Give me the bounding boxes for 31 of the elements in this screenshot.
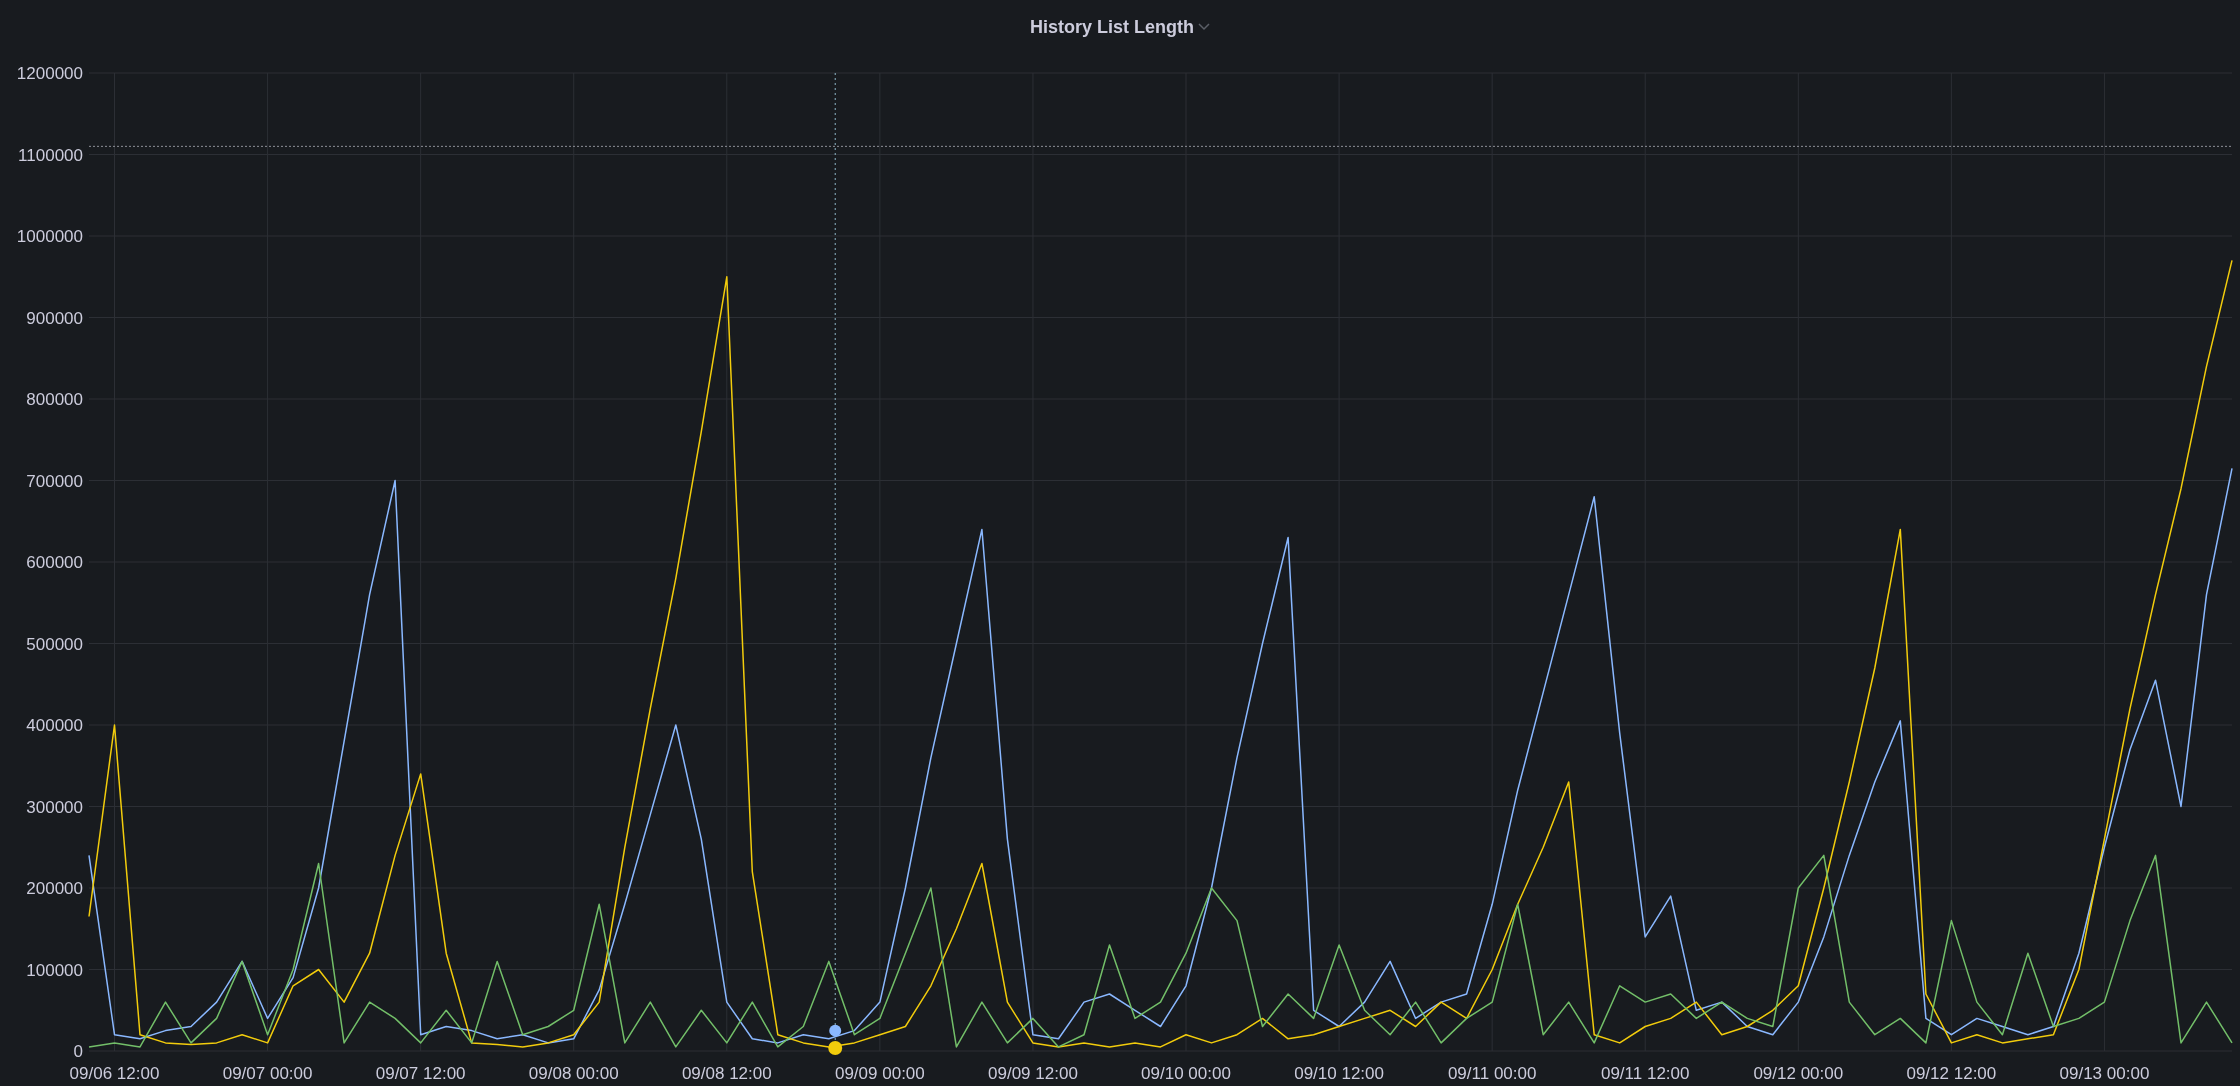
y-axis-label: 300000 — [26, 797, 83, 817]
y-axis-label: 0 — [73, 1042, 83, 1061]
x-axis-label: 09/08 12:00 — [681, 1064, 772, 1083]
x-axis-label: 09/09 00:00 — [834, 1064, 925, 1083]
x-axis-label: 09/07 00:00 — [222, 1064, 313, 1083]
x-axis-label: 09/10 00:00 — [1141, 1064, 1231, 1083]
y-axis-label: 400000 — [26, 716, 83, 735]
x-axis-label: 09/11 00:00 — [1447, 1064, 1537, 1083]
y-axis-label: 500000 — [26, 634, 83, 654]
x-axis-label: 09/10 12:00 — [1294, 1064, 1384, 1083]
y-axis-label: 1100000 — [18, 145, 83, 165]
y-axis-label: 200000 — [26, 879, 83, 898]
y-axis-label: 900000 — [26, 308, 83, 328]
x-axis-label: 09/13 00:00 — [2059, 1064, 2150, 1083]
y-axis-label: 100000 — [26, 960, 83, 980]
y-axis-label: 1000000 — [16, 227, 83, 246]
panel-title[interactable]: History List Length — [1030, 13, 1194, 41]
x-axis-label: 09/06 12:00 — [69, 1064, 160, 1083]
hover-point — [829, 1024, 842, 1037]
x-axis-label: 09/08 00:00 — [528, 1064, 619, 1083]
y-axis-label: 600000 — [26, 553, 83, 572]
x-axis-label: 09/09 12:00 — [988, 1064, 1078, 1083]
chevron-down-icon[interactable] — [1198, 23, 1210, 31]
y-axis-label: 700000 — [26, 471, 83, 491]
y-axis-label: 1200000 — [16, 64, 83, 83]
x-axis-label: 09/11 12:00 — [1600, 1064, 1690, 1083]
y-axis-label: 800000 — [26, 390, 83, 409]
x-axis-label: 09/12 12:00 — [1906, 1064, 1997, 1083]
x-axis-label: 09/07 12:00 — [375, 1064, 466, 1083]
hover-point — [828, 1041, 843, 1055]
x-axis-label: 09/12 00:00 — [1753, 1064, 1844, 1083]
